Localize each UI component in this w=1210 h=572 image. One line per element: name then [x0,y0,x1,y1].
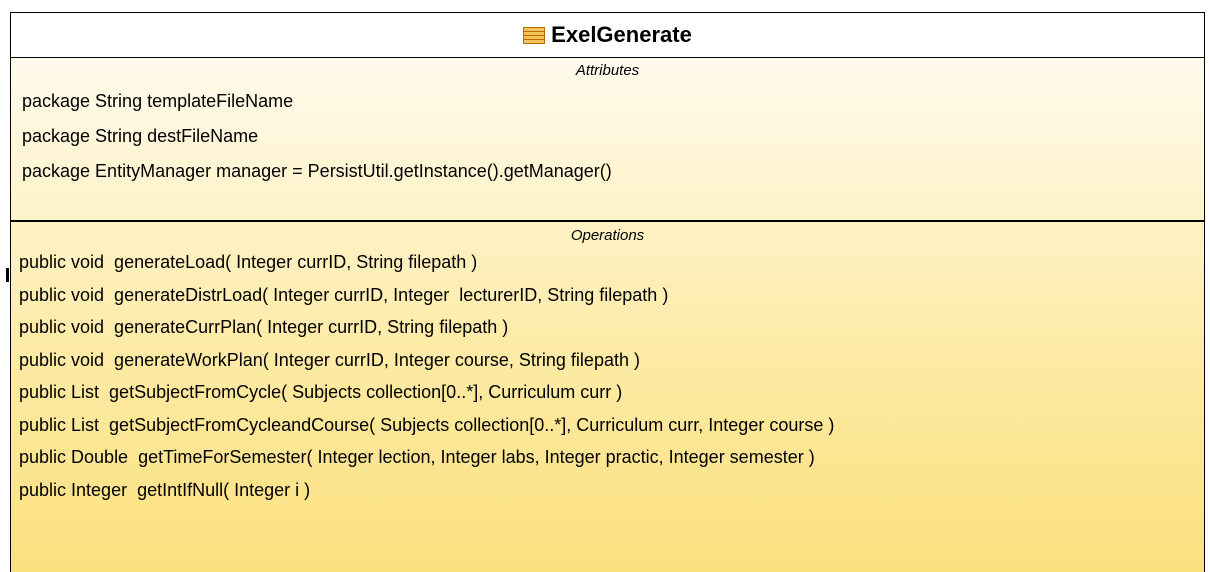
class-icon [523,26,546,44]
attribute-manager[interactable]: package EntityManager manager = PersistU… [11,154,1204,189]
operations-title: Operations [570,227,645,244]
attribute-template-file-name[interactable]: package String templateFileName [11,84,1204,119]
operation-get-subject-from-cycle[interactable]: public List getSubjectFromCycle( Subject… [11,376,1204,409]
operation-get-int-if-null[interactable]: public Integer getIntIfNull( Integer i ) [11,474,1204,507]
operations-compartment: Operations public void generateLoad( Int… [11,222,1204,506]
attributes-compartment: Attributes package String templateFileNa… [11,58,1204,222]
operation-generate-distr-load[interactable]: public void generateDistrLoad( Integer c… [11,279,1204,312]
operation-generate-load[interactable]: public void generateLoad( Integer currID… [11,246,1204,279]
operation-generate-curr-plan[interactable]: public void generateCurrPlan( Integer cu… [11,311,1204,344]
operation-get-time-for-semester[interactable]: public Double getTimeForSemester( Intege… [11,441,1204,474]
class-name[interactable]: ExelGenerate [551,22,692,48]
class-name-compartment: ExelGenerate [11,13,1204,58]
uml-class-box[interactable]: ExelGenerate Attributes package String t… [10,12,1205,572]
operation-get-subject-from-cycle-and-course[interactable]: public List getSubjectFromCycleandCourse… [11,409,1204,442]
attributes-title: Attributes [575,62,640,79]
operation-generate-work-plan[interactable]: public void generateWorkPlan( Integer cu… [11,344,1204,377]
edge-marker [6,268,9,282]
attribute-dest-file-name[interactable]: package String destFileName [11,119,1204,154]
